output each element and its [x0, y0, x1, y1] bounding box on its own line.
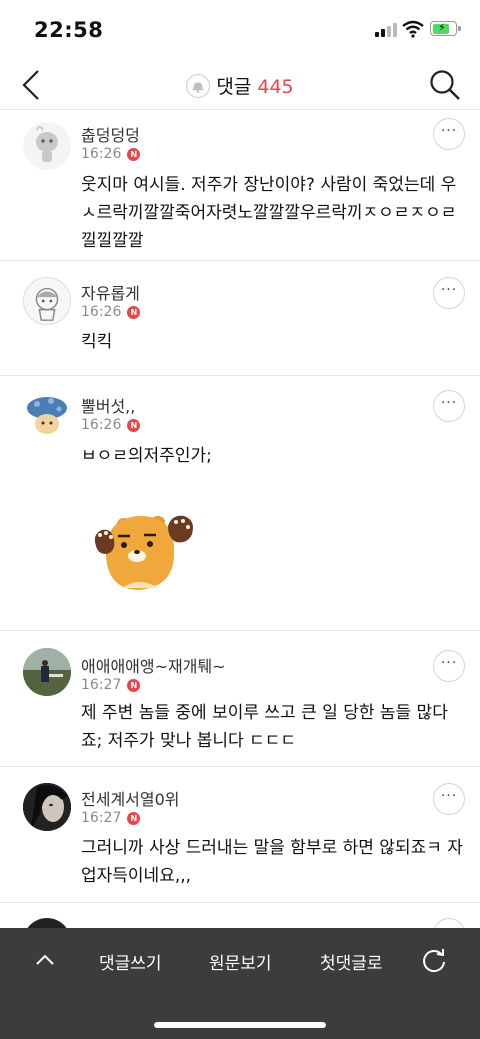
- comment-time: 16:27: [81, 810, 122, 826]
- comment-text: 그러니까 사상 드러내는 말을 함부로 하면 않되죠ㅋ 자업자득이네요,,,: [81, 838, 463, 886]
- write-comment-button[interactable]: 댓글쓰기: [99, 949, 162, 974]
- comment-time: 16:26: [81, 146, 122, 162]
- comment-text: 킥킥: [81, 332, 113, 352]
- status-bar: 22:58 ⚡: [0, 0, 480, 60]
- comment-item: 애애애애앵~재개퉤~ 16:27 N ··· 제 주변 놈들 중에 보이루 쓰고 …: [0, 631, 480, 767]
- chevron-up-icon[interactable]: [33, 950, 57, 968]
- comment-time: 16:26: [81, 304, 122, 320]
- new-badge: N: [127, 679, 141, 692]
- comment-text: 웃지마 여시들. 저주가 장난이야? 사람이 죽었는데 우ㅅ르락끼깔깔죽어자렷노…: [81, 175, 457, 251]
- bear-sticker-image: [94, 515, 193, 590]
- home-indicator: [154, 1022, 326, 1028]
- first-comment-button[interactable]: 첫댓글로: [320, 949, 383, 974]
- more-options-button[interactable]: ···: [433, 118, 465, 150]
- avatar[interactable]: [23, 648, 71, 696]
- view-original-button[interactable]: 원문보기: [209, 949, 272, 974]
- title-label: 댓글: [216, 76, 252, 98]
- avatar[interactable]: [23, 277, 71, 325]
- more-options-button[interactable]: ···: [433, 783, 465, 815]
- bell-icon[interactable]: [186, 74, 211, 98]
- avatar[interactable]: [23, 918, 71, 928]
- wifi-icon: [402, 20, 424, 38]
- bottom-toolbar: 댓글쓰기 원문보기 첫댓글로: [0, 928, 480, 1039]
- new-badge: N: [127, 419, 141, 432]
- comment-count: 445: [257, 76, 294, 98]
- avatar[interactable]: [23, 122, 71, 170]
- cellular-signal-icon: [375, 23, 397, 37]
- comment-nickname[interactable]: 애애애애앵~재개퉤~: [81, 653, 226, 677]
- comment-meta: 16:27 N: [81, 677, 141, 693]
- comment-meta: 16:27 N: [81, 810, 141, 826]
- refresh-icon[interactable]: [420, 946, 448, 974]
- comment-nickname[interactable]: 춥덩덩덩: [81, 122, 140, 146]
- status-time: 22:58: [34, 18, 104, 42]
- new-badge: N: [127, 812, 141, 825]
- battery-icon: ⚡: [430, 21, 461, 36]
- comment-item: 뿔버섯,, 16:26 N ··· ㅂㅇㄹ의저주인가;: [0, 376, 480, 631]
- comments-header: 댓글 445: [0, 60, 480, 110]
- more-options-button[interactable]: ···: [433, 650, 465, 682]
- more-options-button[interactable]: [433, 918, 465, 928]
- comment-meta: 16:26 N: [81, 146, 141, 162]
- search-icon[interactable]: [428, 68, 462, 102]
- comment-meta: 16:26 N: [81, 304, 141, 320]
- new-badge: N: [127, 306, 141, 319]
- avatar[interactable]: [23, 390, 71, 438]
- avatar[interactable]: [23, 783, 71, 831]
- comment-nickname[interactable]: 전세계서열0위: [81, 786, 180, 810]
- more-options-button[interactable]: ···: [433, 277, 465, 309]
- comment-list[interactable]: 춥덩덩덩 16:26 N ··· 웃지마 여시들. 저주가 장난이야? 사람이 죽…: [0, 110, 480, 928]
- comment-time: 16:26: [81, 417, 122, 433]
- comment-text: ㅂㅇㄹ의저주인가;: [81, 446, 212, 466]
- comment-item: 자유롭게 16:26 N ··· 킥킥: [0, 261, 480, 376]
- more-options-button[interactable]: ···: [433, 390, 465, 422]
- comment-text: 제 주변 놈들 중에 보이루 쓰고 큰 일 당한 놈들 많다죠; 저주가 맞나 …: [81, 703, 448, 751]
- comment-item: 전세계서열0위 16:27 N ··· 그러니까 사상 드러내는 말을 함부로 하…: [0, 767, 480, 903]
- comment-item: 춥덩덩덩 16:26 N ··· 웃지마 여시들. 저주가 장난이야? 사람이 죽…: [0, 110, 480, 261]
- comment-nickname[interactable]: 자유롭게: [81, 280, 140, 304]
- comment-time: 16:27: [81, 677, 122, 693]
- page-title: 댓글 445: [0, 72, 480, 99]
- new-badge: N: [127, 148, 141, 161]
- comment-meta: 16:26 N: [81, 417, 141, 433]
- comment-nickname[interactable]: 뿔버섯,,: [81, 393, 135, 417]
